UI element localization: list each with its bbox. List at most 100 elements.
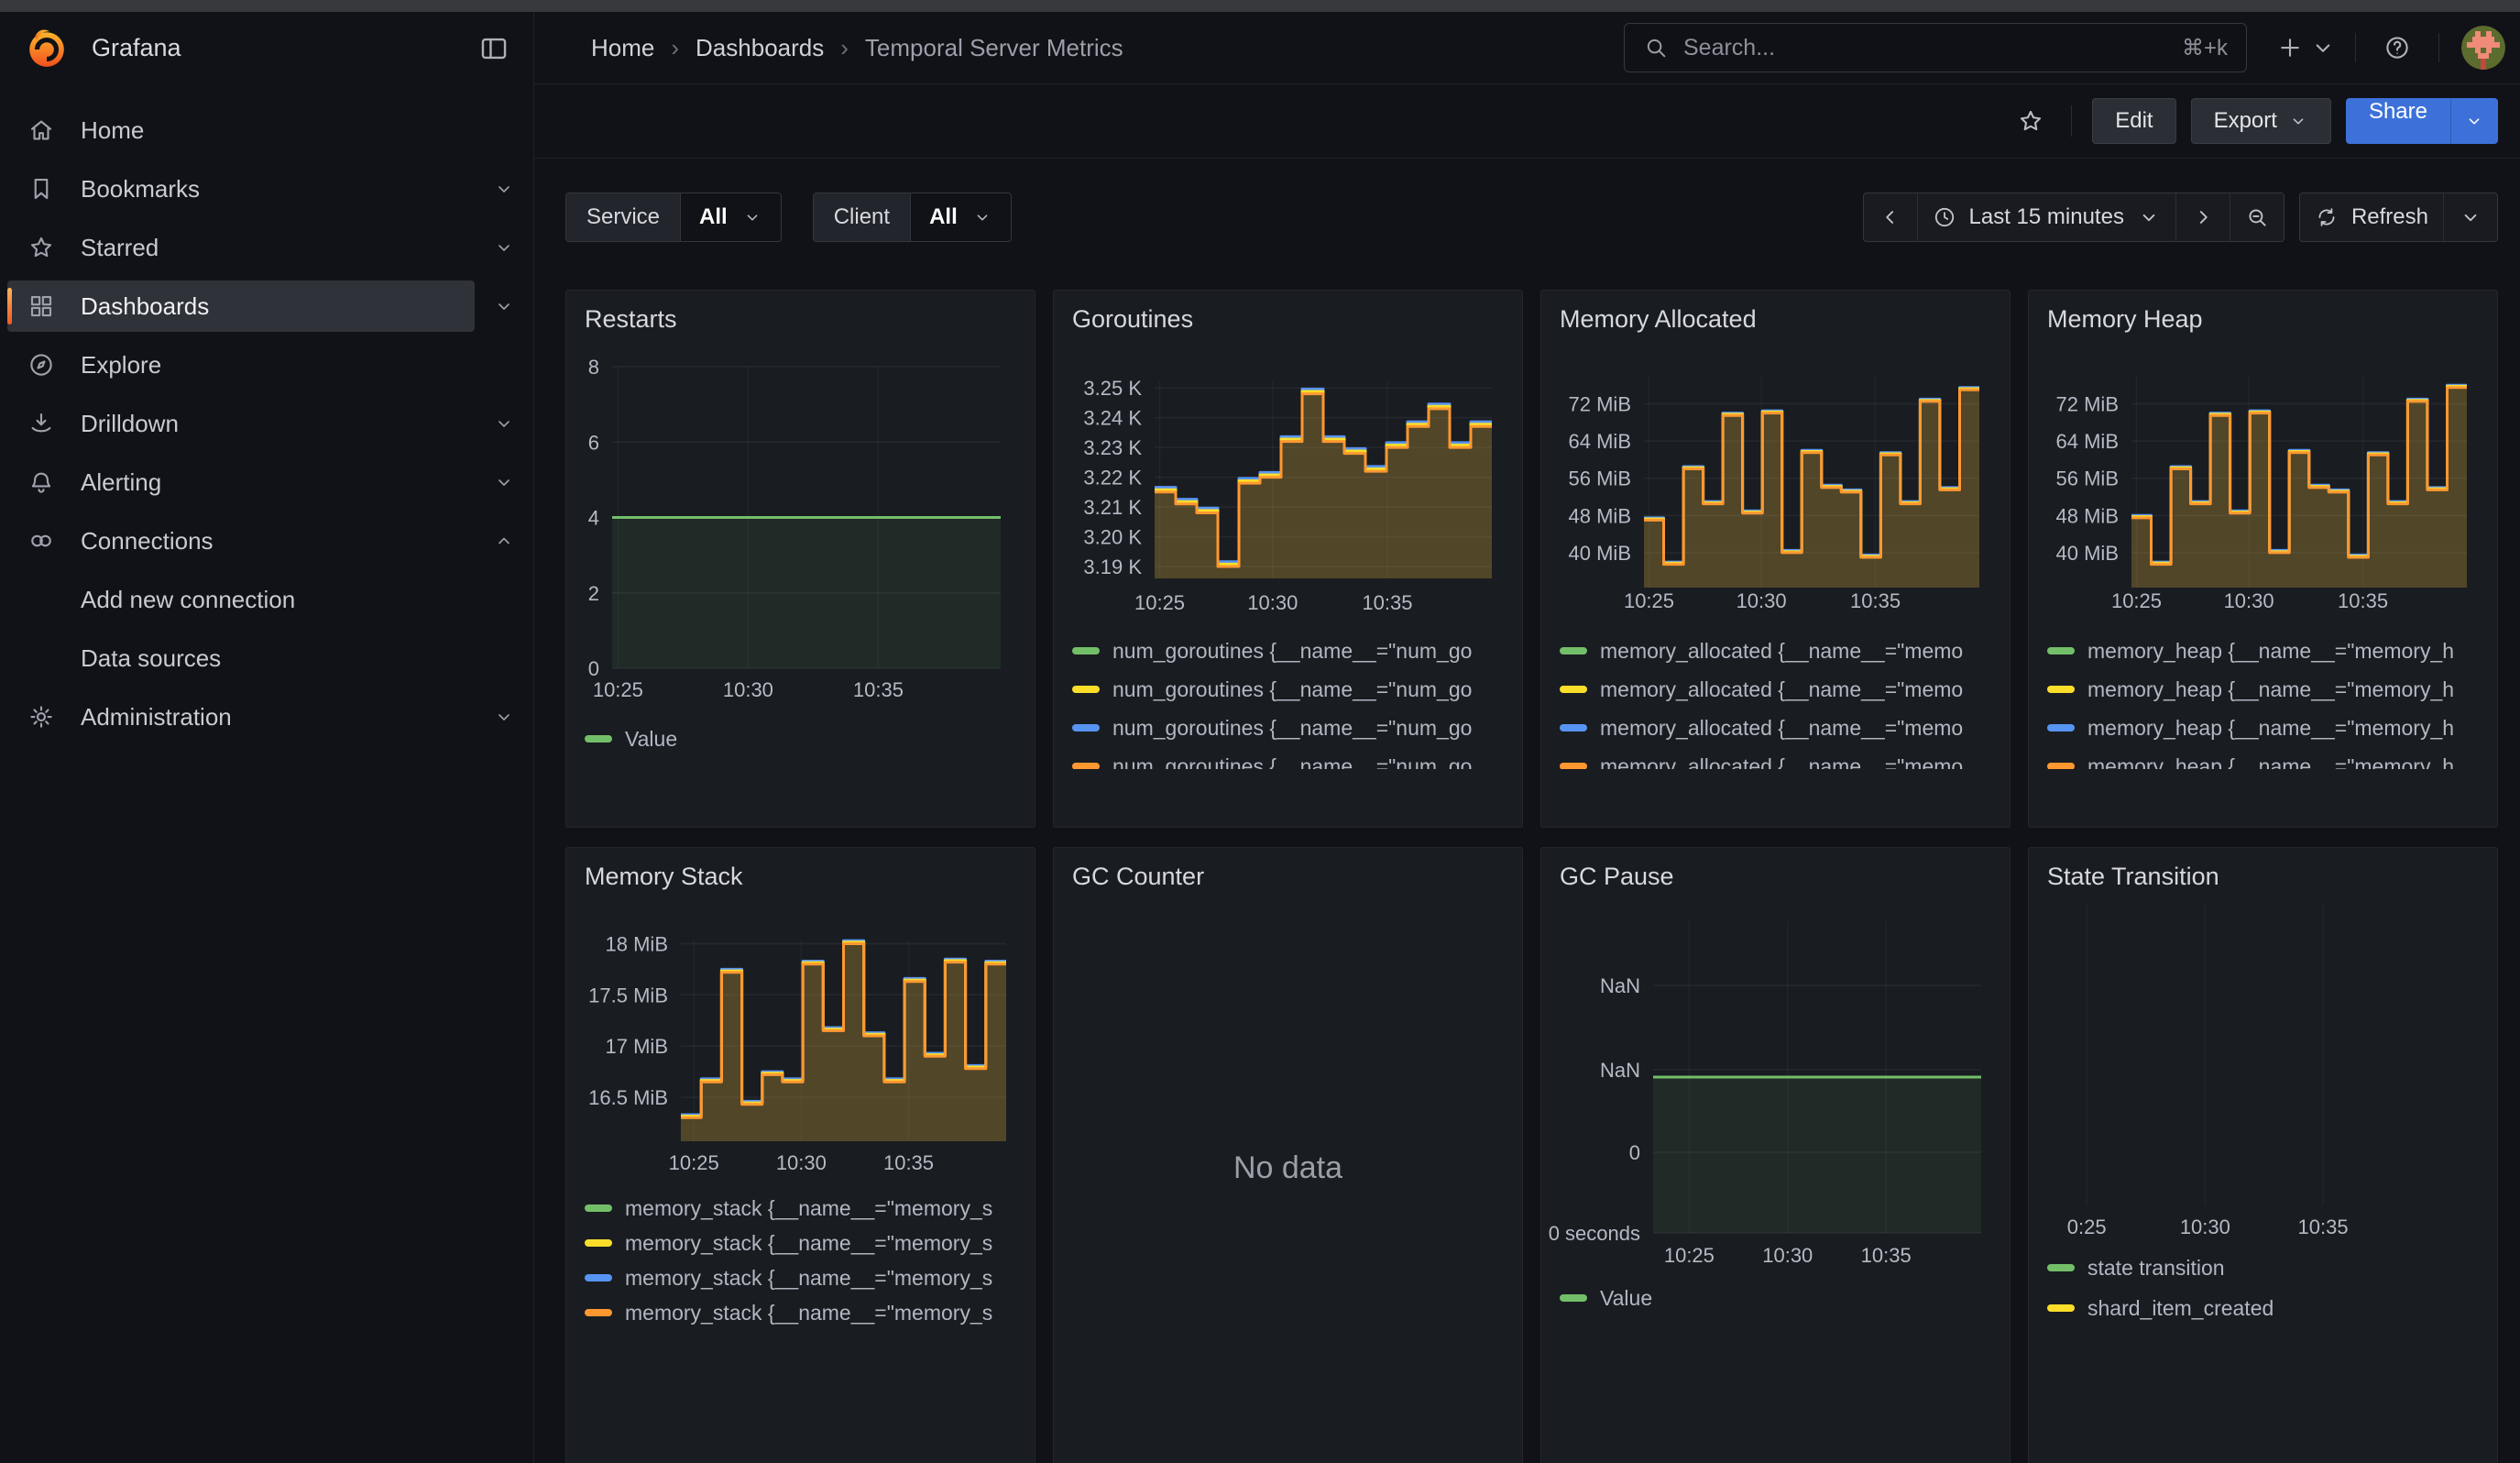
- legend-item[interactable]: num_goroutines {__name__="num_go: [1072, 747, 1513, 769]
- panel-title[interactable]: Memory Allocated: [1560, 305, 1757, 334]
- refresh-button[interactable]: Refresh: [2300, 193, 2443, 241]
- sidebar-item-label: Explore: [81, 351, 161, 380]
- sidebar-item-add-new-connection[interactable]: Add new connection: [7, 574, 533, 625]
- refresh-interval-button[interactable]: [2443, 193, 2497, 241]
- chevron-down-icon[interactable]: [493, 178, 515, 200]
- panel-title[interactable]: Restarts: [585, 305, 677, 334]
- legend-label: memory_stack {__name__="memory_s: [625, 1231, 992, 1256]
- new-menu-button[interactable]: [2271, 28, 2333, 67]
- chart-gc-pause[interactable]: NaNNaN00 seconds10:2510:3010:35: [1541, 848, 2011, 1463]
- favorite-button[interactable]: [2011, 101, 2051, 141]
- chevron-down-icon[interactable]: [493, 706, 515, 728]
- edit-button[interactable]: Edit: [2092, 98, 2175, 144]
- sidebar-item-starred[interactable]: Starred: [7, 222, 533, 273]
- legend-item[interactable]: memory_allocated {__name__="memo: [1560, 670, 2000, 709]
- chart-state-transition[interactable]: 0:2510:3010:35: [2029, 848, 2498, 1463]
- legend-item[interactable]: Value: [585, 720, 1025, 758]
- time-shift-back-button[interactable]: [1864, 193, 1917, 241]
- legend-item[interactable]: shard_item_created: [2047, 1288, 2488, 1328]
- legend-item[interactable]: state transition: [2047, 1248, 2488, 1288]
- no-data-message: No data: [1054, 1150, 1522, 1186]
- sidebar-item-drilldown[interactable]: Drilldown: [7, 398, 533, 449]
- svg-text:48 MiB: 48 MiB: [2056, 504, 2119, 527]
- svg-text:40 MiB: 40 MiB: [1569, 542, 1631, 565]
- svg-text:56 MiB: 56 MiB: [2056, 468, 2119, 490]
- legend-label: memory_heap {__name__="memory_h: [2087, 716, 2454, 741]
- sidebar-item-dashboards[interactable]: Dashboards: [7, 280, 533, 332]
- legend-item[interactable]: memory_allocated {__name__="memo: [1560, 747, 2000, 769]
- chart-memory-stack[interactable]: 18 MiB17.5 MiB17 MiB16.5 MiB10:2510:3010…: [566, 848, 1035, 1463]
- search-box[interactable]: ⌘+k: [1624, 23, 2247, 72]
- sidebar-item-data-sources[interactable]: Data sources: [7, 632, 533, 684]
- legend-item[interactable]: num_goroutines {__name__="num_go: [1072, 670, 1513, 709]
- refresh-label: Refresh: [2351, 204, 2428, 230]
- sidebar-item-bookmarks[interactable]: Bookmarks: [7, 163, 533, 214]
- chevron-up-icon[interactable]: [493, 530, 515, 552]
- connections-icon: [27, 527, 55, 555]
- dock-sidebar-icon[interactable]: [478, 33, 509, 64]
- panel-title[interactable]: GC Counter: [1072, 863, 1204, 891]
- legend-item[interactable]: memory_heap {__name__="memory_h: [2047, 709, 2488, 747]
- sidebar-item-connections[interactable]: Connections: [7, 515, 533, 566]
- panel-title[interactable]: Memory Stack: [585, 863, 743, 891]
- legend-label: num_goroutines {__name__="num_go: [1112, 677, 1472, 702]
- legend-label: memory_heap {__name__="memory_h: [2087, 754, 2454, 770]
- panel-title[interactable]: Goroutines: [1072, 305, 1193, 334]
- legend-swatch: [1560, 686, 1587, 693]
- time-range-picker[interactable]: Last 15 minutes: [1917, 193, 2175, 241]
- sidebar-item-home[interactable]: Home: [7, 104, 533, 156]
- panel-title[interactable]: GC Pause: [1560, 863, 1674, 891]
- svg-text:3.19 K: 3.19 K: [1083, 556, 1142, 578]
- avatar[interactable]: [2461, 26, 2505, 70]
- legend-item[interactable]: num_goroutines {__name__="num_go: [1072, 632, 1513, 670]
- legend-item[interactable]: num_goroutines {__name__="num_go: [1072, 709, 1513, 747]
- chevron-down-icon[interactable]: [493, 295, 515, 317]
- panel-memory-allocated: Memory Allocated72 MiB64 MiB56 MiB48 MiB…: [1540, 290, 2011, 828]
- svg-text:10:25: 10:25: [1134, 591, 1185, 614]
- chevron-right-icon: [2191, 205, 2215, 229]
- legend-swatch: [585, 1309, 612, 1316]
- legend-swatch: [2047, 647, 2075, 654]
- filter-value-dropdown[interactable]: All: [680, 193, 781, 241]
- export-button[interactable]: Export: [2191, 98, 2331, 144]
- panel-state-transition: State Transition0:2510:3010:35state tran…: [2028, 847, 2498, 1463]
- legend-item[interactable]: memory_heap {__name__="memory_h: [2047, 747, 2488, 769]
- help-button[interactable]: [2378, 28, 2416, 67]
- legend-item[interactable]: memory_allocated {__name__="memo: [1560, 632, 2000, 670]
- chevron-down-icon[interactable]: [493, 236, 515, 258]
- filter-value-dropdown[interactable]: All: [910, 193, 1011, 241]
- zoom-out-button[interactable]: [2230, 193, 2284, 241]
- svg-text:0:25: 0:25: [2067, 1216, 2107, 1238]
- legend-swatch: [1072, 763, 1100, 769]
- search-input[interactable]: [1683, 35, 2167, 61]
- legend-item[interactable]: memory_heap {__name__="memory_h: [2047, 632, 2488, 670]
- legend-item[interactable]: Value: [1560, 1279, 2000, 1317]
- legend-label: memory_heap {__name__="memory_h: [2087, 639, 2454, 664]
- panel-title[interactable]: Memory Heap: [2047, 305, 2203, 334]
- panel-memory-heap: Memory Heap72 MiB64 MiB56 MiB48 MiB40 Mi…: [2028, 290, 2498, 828]
- legend-item[interactable]: memory_stack {__name__="memory_s: [585, 1226, 1025, 1260]
- legend-item[interactable]: memory_stack {__name__="memory_s: [585, 1295, 1025, 1330]
- sidebar-item-alerting[interactable]: Alerting: [7, 456, 533, 508]
- legend-item[interactable]: memory_stack {__name__="memory_s: [585, 1260, 1025, 1295]
- sidebar-item-administration[interactable]: Administration: [7, 691, 533, 742]
- sidebar-item-explore[interactable]: Explore: [7, 339, 533, 390]
- panel-legend: memory_allocated {__name__="memomemory_a…: [1560, 632, 2000, 769]
- chevron-down-icon[interactable]: [493, 471, 515, 493]
- share-button[interactable]: Share: [2346, 98, 2450, 144]
- panel-title[interactable]: State Transition: [2047, 863, 2219, 891]
- time-shift-forward-button[interactable]: [2175, 193, 2230, 241]
- sidebar-item-label: Administration: [81, 703, 232, 732]
- breadcrumb-item-dashboards[interactable]: Dashboards: [696, 34, 824, 62]
- legend-swatch: [585, 1239, 612, 1247]
- legend-item[interactable]: memory_allocated {__name__="memo: [1560, 709, 2000, 747]
- legend-item[interactable]: memory_stack {__name__="memory_s: [585, 1191, 1025, 1226]
- legend-swatch: [1072, 724, 1100, 732]
- share-menu-button[interactable]: [2450, 98, 2498, 144]
- breadcrumb-item-home[interactable]: Home: [591, 34, 654, 62]
- chevron-down-icon: [2288, 111, 2308, 131]
- share-label: Share: [2369, 99, 2427, 125]
- legend-item[interactable]: memory_heap {__name__="memory_h: [2047, 670, 2488, 709]
- chevron-down-icon[interactable]: [493, 412, 515, 434]
- window-top-strip: [0, 0, 2520, 12]
